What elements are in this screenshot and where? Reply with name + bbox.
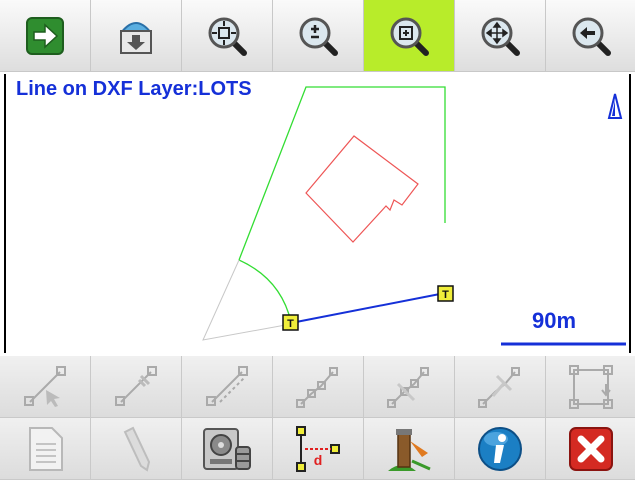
info-icon xyxy=(478,426,522,471)
offset-line-icon xyxy=(206,365,248,406)
bottom-toolbar: d xyxy=(0,356,635,480)
polyline-button[interactable] xyxy=(273,356,364,418)
zoom-previous-icon xyxy=(572,17,611,56)
storage-button[interactable] xyxy=(182,418,273,480)
area-icon xyxy=(568,364,613,409)
edit-line-button[interactable] xyxy=(91,356,182,418)
svg-text:d: d xyxy=(314,452,323,468)
split-polyline-button[interactable] xyxy=(364,356,455,418)
point-marker-start[interactable]: T xyxy=(282,314,299,331)
point-marker-label: T xyxy=(442,289,449,301)
building-outline[interactable] xyxy=(305,135,419,243)
offset-line-button[interactable] xyxy=(182,356,273,418)
close-button[interactable] xyxy=(546,418,635,480)
boundary-line[interactable] xyxy=(238,86,446,261)
pan-button[interactable] xyxy=(455,0,546,72)
pencil-icon xyxy=(123,426,151,472)
report-button[interactable] xyxy=(0,418,91,480)
zoom-in-out-button[interactable] xyxy=(273,0,364,72)
forward-button[interactable] xyxy=(0,0,91,72)
area-button[interactable] xyxy=(546,356,635,418)
select-line-icon xyxy=(24,365,66,407)
selected-line[interactable] xyxy=(290,292,446,324)
north-arrow-icon xyxy=(607,93,623,119)
zoom-extents-icon xyxy=(208,17,247,56)
distance-icon: d xyxy=(296,425,340,472)
download-map-icon xyxy=(120,21,152,54)
close-icon xyxy=(568,426,613,471)
bottom-toolbar-row-1 xyxy=(0,356,635,418)
stakeout-icon xyxy=(388,428,431,471)
stakeout-button[interactable] xyxy=(364,418,455,480)
top-toolbar xyxy=(0,0,635,72)
bottom-toolbar-row-2: d xyxy=(0,418,635,480)
zoom-window-icon xyxy=(390,17,429,56)
zoom-in-out-icon xyxy=(299,17,338,56)
join-polyline-button[interactable] xyxy=(455,356,546,418)
forward-arrow-icon xyxy=(26,16,64,55)
boundary-arc[interactable] xyxy=(238,259,292,323)
info-button[interactable] xyxy=(455,418,546,480)
point-marker-label: T xyxy=(287,318,294,330)
join-polyline-icon xyxy=(478,366,520,408)
ghost-line xyxy=(202,259,292,341)
point-marker-end[interactable]: T xyxy=(437,285,454,302)
map-view[interactable]: T T Line on DXF Layer:LOTS 90m xyxy=(4,74,631,353)
report-icon xyxy=(29,426,63,471)
scale-label: 90m xyxy=(532,308,577,333)
edit-line-icon xyxy=(115,365,157,406)
zoom-window-button[interactable] xyxy=(364,0,455,72)
pencil-button[interactable] xyxy=(91,418,182,480)
storage-icon xyxy=(203,427,251,470)
select-line-button[interactable] xyxy=(0,356,91,418)
zoom-previous-button[interactable] xyxy=(546,0,635,72)
pan-icon xyxy=(481,17,520,56)
map-title: Line on DXF Layer:LOTS xyxy=(16,78,252,100)
split-polyline-icon xyxy=(387,366,429,408)
download-map-button[interactable] xyxy=(91,0,182,72)
distance-button[interactable]: d xyxy=(273,418,364,480)
zoom-extents-button[interactable] xyxy=(182,0,273,72)
polyline-icon xyxy=(296,366,338,408)
